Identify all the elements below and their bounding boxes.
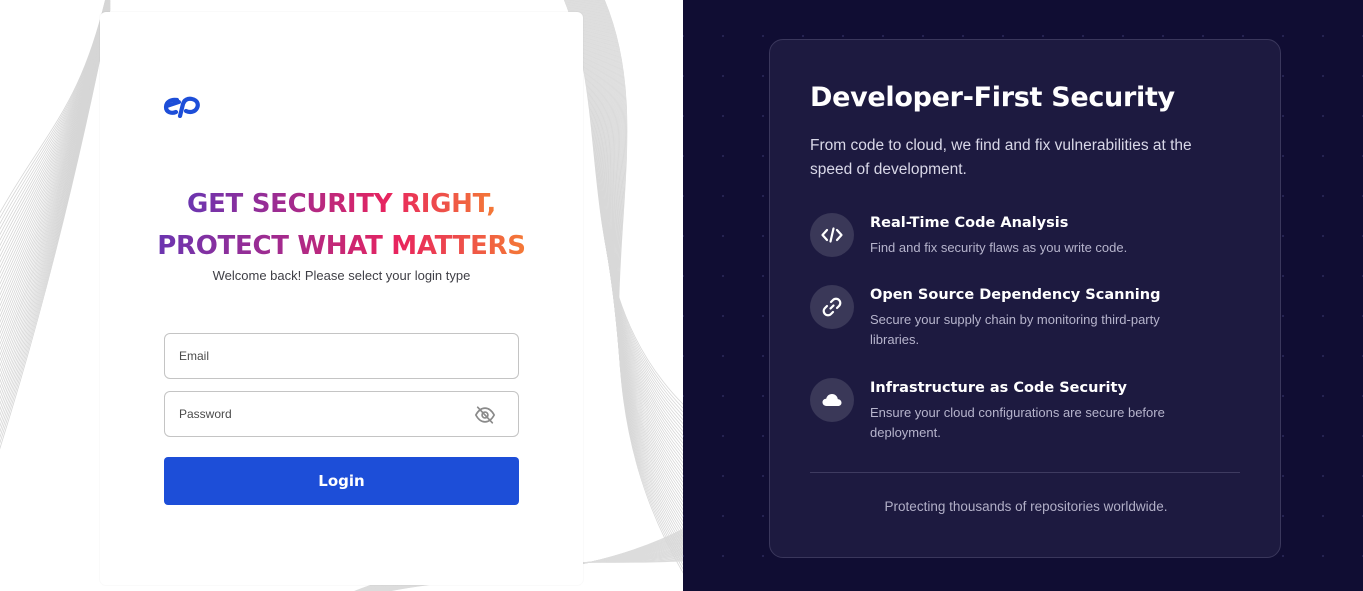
headline-line-1: GET SECURITY RIGHT, — [187, 183, 496, 225]
feature-description: Secure your supply chain by monitoring t… — [870, 312, 1160, 347]
password-field[interactable]: Password — [164, 391, 519, 437]
link-icon — [810, 285, 854, 329]
feature-description: Find and fix security flaws as you write… — [870, 240, 1128, 255]
cloud-icon — [810, 378, 854, 422]
ep-logo-icon — [163, 96, 200, 118]
promo-description: From code to cloud, we find and fix vuln… — [810, 137, 1192, 178]
headline: GET SECURITY RIGHT, PROTECT WHAT MATTERS — [100, 183, 583, 267]
email-placeholder: Email — [179, 349, 210, 363]
code-icon — [810, 213, 854, 257]
feature-description: Ensure your cloud configurations are sec… — [870, 405, 1165, 440]
login-pane: GET SECURITY RIGHT, PROTECT WHAT MATTERS… — [0, 0, 683, 591]
password-placeholder: Password — [179, 407, 232, 421]
divider — [810, 472, 1240, 473]
headline-line-2: PROTECT WHAT MATTERS — [157, 225, 526, 267]
feature-title: Open Source Dependency Scanning — [870, 287, 1161, 303]
welcome-subtitle: Welcome back! Please select your login t… — [212, 268, 471, 283]
email-field[interactable]: Email — [164, 333, 519, 379]
login-button[interactable]: Login — [164, 457, 519, 505]
login-card: GET SECURITY RIGHT, PROTECT WHAT MATTERS… — [100, 12, 583, 585]
promo-footer: Protecting thousands of repositories wor… — [884, 499, 1168, 514]
promo-title: Developer-First Security — [810, 82, 1175, 113]
eye-off-icon[interactable] — [474, 404, 496, 426]
feature-title: Infrastructure as Code Security — [870, 380, 1127, 396]
promo-card: Developer-First Security From code to cl… — [769, 39, 1281, 558]
feature-title: Real-Time Code Analysis — [870, 215, 1069, 231]
promo-pane: Developer-First Security From code to cl… — [683, 0, 1363, 591]
